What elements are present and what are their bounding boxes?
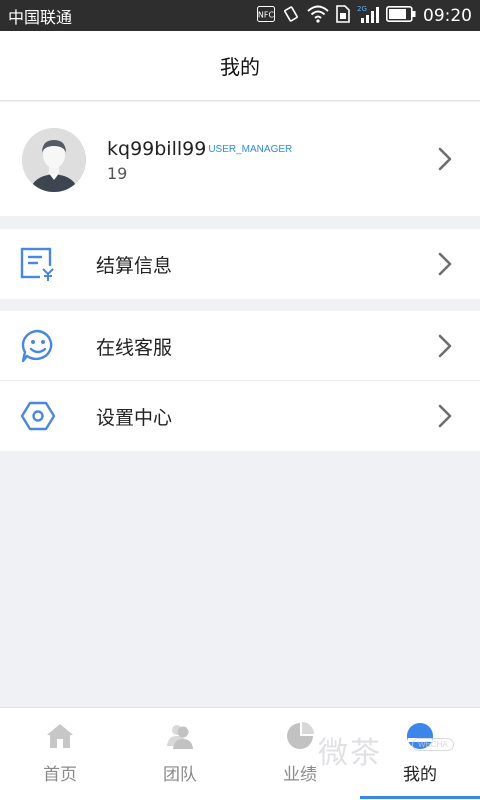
menu-item-label: 设置中心 — [96, 407, 173, 429]
page-header: 我的 — [0, 31, 480, 101]
menu-item-label: 在线客服 — [96, 337, 173, 359]
nfc-icon: NFC — [257, 5, 275, 26]
vibrate-icon — [282, 5, 300, 27]
page-title: 我的 — [220, 55, 260, 79]
home-icon — [47, 724, 73, 748]
nav-item-home[interactable]: 首页 — [0, 708, 120, 800]
carrier-name: 中国联通 — [8, 7, 73, 27]
pie-chart-icon — [287, 722, 314, 749]
nav-label: 团队 — [163, 765, 197, 785]
nav-item-team[interactable]: 团队 — [120, 708, 240, 800]
user-id: 19 — [107, 164, 128, 183]
watermark-badge: WECHA — [412, 738, 454, 751]
avatar — [22, 128, 86, 192]
team-icon — [167, 725, 193, 749]
menu-item-settlement[interactable]: 结算信息 — [0, 229, 480, 299]
status-icons: NFC 2G 09:20 — [257, 4, 472, 28]
menu-item-label: 结算信息 — [96, 255, 173, 277]
nav-label: 业绩 — [283, 765, 317, 785]
chevron-right-icon — [438, 252, 452, 276]
username: kq99bill99 — [107, 138, 207, 160]
role-badge: USER_MANAGER — [208, 144, 293, 155]
profile-name-row: kq99bill99 USER_MANAGER — [107, 138, 292, 160]
chevron-right-icon — [438, 147, 452, 171]
battery-icon — [386, 5, 416, 26]
svg-text:NFC: NFC — [258, 10, 275, 19]
wifi-icon — [307, 5, 329, 27]
settlement-icon — [20, 247, 56, 282]
chevron-right-icon — [438, 404, 452, 428]
menu-item-settings[interactable]: 设置中心 — [0, 381, 480, 451]
settings-icon — [20, 401, 56, 431]
menu-item-customer-service[interactable]: 在线客服 — [0, 311, 480, 381]
profile-card[interactable]: kq99bill99 USER_MANAGER 19 — [0, 102, 480, 216]
nav-item-mine[interactable]: 我的 — [360, 708, 480, 800]
active-tab-indicator — [360, 796, 480, 799]
signal-icon: 2G — [357, 4, 379, 28]
svg-text:2G: 2G — [357, 5, 367, 13]
clock: 09:20 — [423, 5, 472, 26]
chevron-right-icon — [438, 334, 452, 358]
customer-service-icon — [21, 329, 53, 363]
nav-label: 首页 — [43, 765, 77, 785]
nav-label: 我的 — [403, 765, 437, 785]
sim-icon — [336, 4, 350, 27]
nav-item-performance[interactable]: 业绩 — [240, 708, 360, 800]
bottom-nav: 首页 团队 业绩 我的 — [0, 707, 480, 800]
status-bar: 中国联通 NFC 2G 09:20 — [0, 0, 480, 31]
